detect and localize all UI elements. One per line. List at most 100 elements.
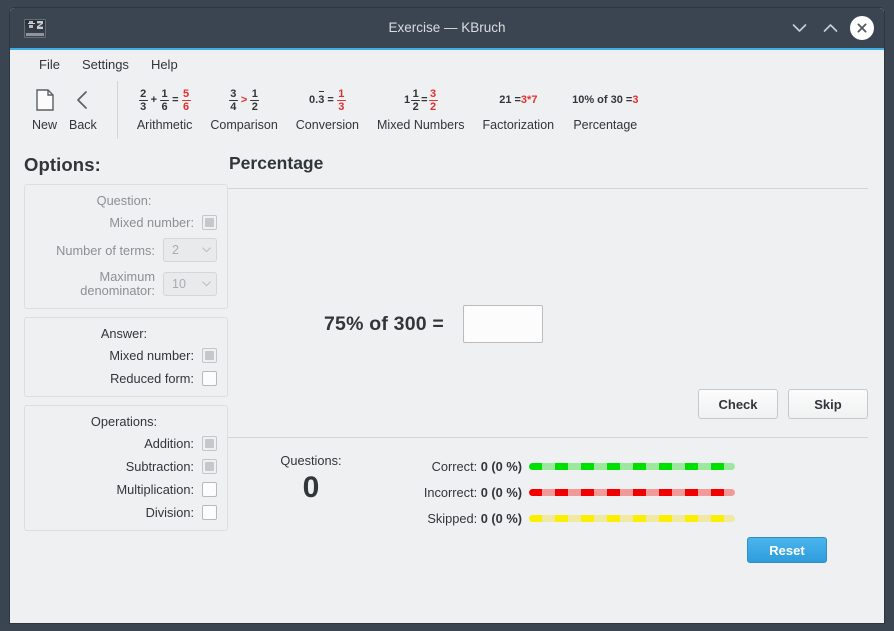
options-group-answer: Answer: Mixed number: Reduced form: <box>24 317 228 397</box>
main-toolbar: New Back 23 + 16 = 56 Arithmetic 3 4 > 1… <box>10 79 884 146</box>
operations-division-label: Division: <box>145 505 194 520</box>
question-mixed-number-label: Mixed number: <box>109 215 194 230</box>
reset-button[interactable]: Reset <box>747 537 827 563</box>
toolbar-mode-arithmetic[interactable]: 23 + 16 = 56 Arithmetic <box>128 81 202 133</box>
exercise-panel: Percentage 75% of 300 = Check Skip Quest… <box>228 146 884 623</box>
operations-multiplication-row: Multiplication: <box>31 482 217 497</box>
check-button[interactable]: Check <box>698 389 778 419</box>
stat-incorrect-value: 0 (0 %) <box>480 484 522 500</box>
answer-reduced-form-checkbox[interactable] <box>202 371 217 386</box>
menubar: File Settings Help <box>10 50 884 79</box>
toolbar-back-label: Back <box>69 118 97 132</box>
skip-button[interactable]: Skip <box>788 389 868 419</box>
task-actions: Check Skip <box>698 389 868 419</box>
operations-addition-checkbox[interactable] <box>202 436 217 451</box>
questions-counter: Questions: 0 <box>228 449 394 508</box>
arith-a-den: 3 <box>140 100 147 113</box>
close-icon[interactable] <box>850 16 874 40</box>
toolbar-mode-mixed-numbers-label: Mixed Numbers <box>377 118 465 132</box>
toolbar-mode-conversion[interactable]: 0.3 = 13 Conversion <box>287 81 368 133</box>
toolbar-back-button[interactable]: Back <box>63 81 103 133</box>
fact-right: 3*7 <box>520 94 538 106</box>
question-number-of-terms-row: Number of terms: 2 <box>31 238 217 262</box>
question-group-title: Question: <box>96 193 152 208</box>
operations-division-row: Division: <box>31 505 217 520</box>
minimize-icon[interactable] <box>788 17 810 39</box>
toolbar-mode-comparison-label: Comparison <box>210 118 278 132</box>
question-maximum-denominator-label: Maximum denominator: <box>80 270 155 298</box>
mixed-whole: 1 <box>404 94 411 106</box>
answer-mixed-number-checkbox[interactable] <box>202 348 217 363</box>
mixed-r-num: 3 <box>430 87 437 100</box>
answer-reduced-form-row: Reduced form: <box>31 371 217 386</box>
menu-help[interactable]: Help <box>140 54 189 75</box>
toolbar-new-button[interactable]: New <box>26 81 63 133</box>
question-maximum-denominator-select[interactable]: 10 <box>163 272 217 296</box>
toolbar-mode-factorization[interactable]: 21 = 3*7 Factorization <box>474 81 564 133</box>
page-title: Percentage <box>229 153 324 173</box>
stat-correct-value: 0 (0 %) <box>480 458 522 474</box>
menu-settings[interactable]: Settings <box>71 54 140 75</box>
toolbar-mode-comparison[interactable]: 34 > 12 Comparison <box>201 81 286 133</box>
stat-row-correct: Correct: 0 (0 %) <box>394 453 868 479</box>
task-question: 75% of 300 = <box>324 305 544 343</box>
toolbar-mode-conversion-label: Conversion <box>295 118 360 132</box>
conv-r-den: 3 <box>338 100 345 113</box>
question-number-of-terms-value: 2 <box>172 243 179 257</box>
question-mixed-number-checkbox[interactable] <box>202 215 217 230</box>
mixed-eq: = <box>421 94 428 106</box>
window-titlebar[interactable]: Exercise — KBruch <box>10 8 884 48</box>
window-body: Options: Question: Mixed number: Number … <box>10 146 884 623</box>
fact-left: 21 = <box>499 94 521 106</box>
arith-b-num: 1 <box>161 87 168 100</box>
stat-incorrect-text: Incorrect: 0 (0 %) <box>394 485 529 500</box>
chevron-left-icon <box>72 83 94 117</box>
conv-decimal: 0.3 <box>309 91 325 106</box>
reset-wrapper: Reset <box>394 531 868 563</box>
arith-r-num: 5 <box>182 87 190 100</box>
questions-label: Questions: <box>280 453 342 468</box>
conv-eq: = <box>327 94 334 106</box>
task-area: 75% of 300 = Check Skip <box>228 189 868 437</box>
stat-correct-label: Correct: <box>431 458 478 474</box>
arith-r-den: 6 <box>182 100 190 113</box>
maximize-icon[interactable] <box>819 17 841 39</box>
max-den-line1: Maximum <box>99 269 155 284</box>
stat-skipped-label: Skipped: <box>427 510 478 526</box>
options-sidebar: Options: Question: Mixed number: Number … <box>10 146 228 623</box>
statistics-area: Questions: 0 Correct: 0 (0 %) Incorrect:… <box>228 438 868 563</box>
options-group-operations: Operations: Addition: Subtraction: Multi… <box>24 405 228 531</box>
operations-subtraction-checkbox[interactable] <box>202 459 217 474</box>
stat-row-skipped: Skipped: 0 (0 %) <box>394 505 868 531</box>
comp-op: > <box>240 94 248 106</box>
mixed-a-num: 1 <box>412 87 419 100</box>
arith-op: + <box>150 94 158 106</box>
operations-multiplication-label: Multiplication: <box>116 482 194 497</box>
percentage-icon: 10% of 30 = 3 <box>572 83 638 117</box>
operations-division-checkbox[interactable] <box>202 505 217 520</box>
answer-input[interactable] <box>463 305 544 343</box>
window-controls <box>788 8 874 48</box>
mixed-a-den: 2 <box>412 100 419 113</box>
toolbar-mode-percentage[interactable]: 10% of 30 = 3 Percentage <box>563 81 647 133</box>
statistics-rows: Correct: 0 (0 %) Incorrect: 0 (0 %) Skip… <box>394 449 868 563</box>
stat-skipped-bar <box>529 514 735 522</box>
chevron-down-icon <box>202 281 211 287</box>
mixed-numbers-icon: 1 12 = 32 <box>404 83 438 117</box>
stat-incorrect-label: Incorrect: <box>423 484 478 500</box>
stat-skipped-value: 0 (0 %) <box>480 510 522 526</box>
max-den-line2: denominator: <box>80 283 155 298</box>
stat-skipped-text: Skipped: 0 (0 %) <box>394 511 529 526</box>
question-number-of-terms-select[interactable]: 2 <box>163 238 217 262</box>
arith-eq: = <box>172 94 179 106</box>
question-mixed-number-row: Mixed number: <box>31 215 217 230</box>
menu-file[interactable]: File <box>28 54 71 75</box>
toolbar-mode-mixed-numbers[interactable]: 1 12 = 32 Mixed Numbers <box>368 81 474 133</box>
operations-multiplication-checkbox[interactable] <box>202 482 217 497</box>
question-maximum-denominator-value: 10 <box>172 277 186 291</box>
answer-reduced-form-label: Reduced form: <box>110 371 194 386</box>
comparison-icon: 34 > 12 <box>228 83 260 117</box>
stat-correct-text: Correct: 0 (0 %) <box>394 459 529 474</box>
conv-r-num: 1 <box>338 87 345 100</box>
toolbar-separator <box>116 81 118 139</box>
